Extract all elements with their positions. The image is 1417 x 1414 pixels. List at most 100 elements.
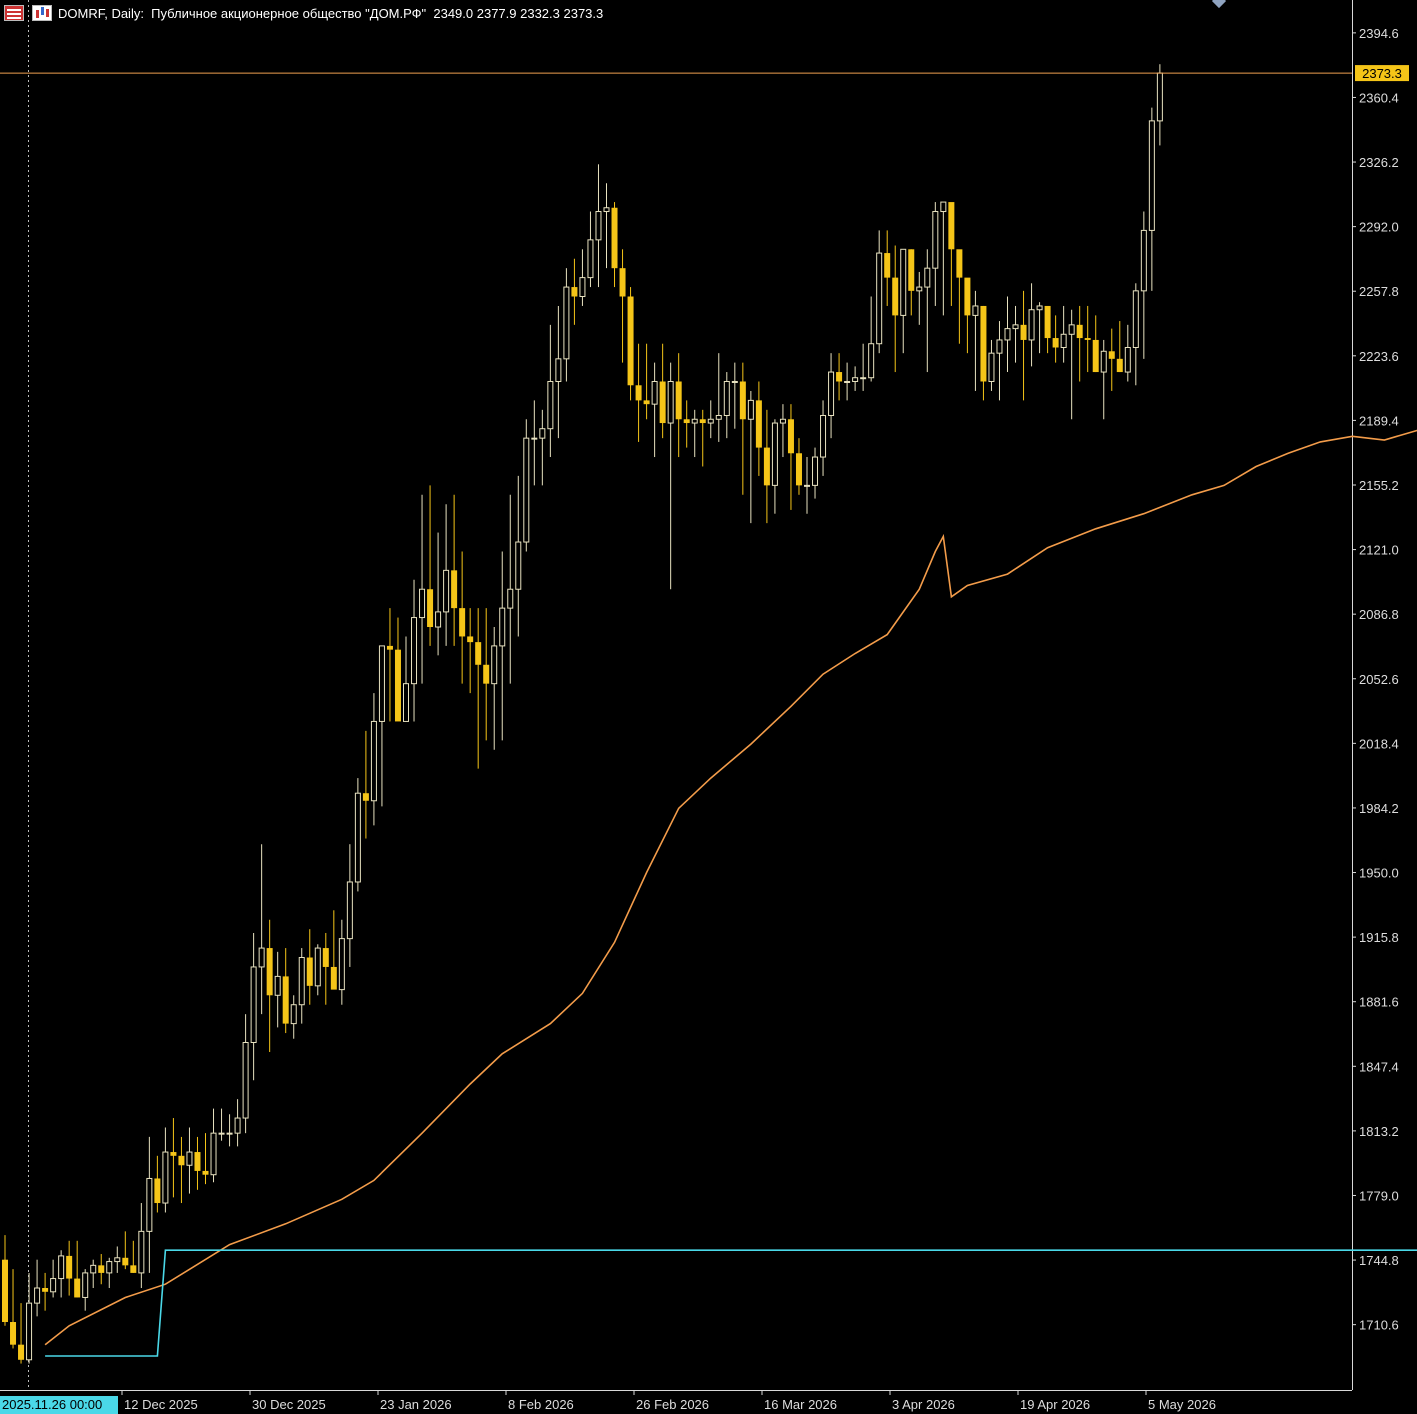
candle-body	[948, 202, 955, 250]
candle-body	[691, 418, 698, 424]
candle-body	[1076, 324, 1083, 339]
candle-body	[964, 277, 971, 316]
candle-body	[571, 287, 578, 297]
candle-body	[627, 296, 634, 386]
candle-body	[475, 642, 482, 665]
candle-body	[868, 343, 875, 379]
candle-body	[1148, 120, 1155, 231]
candle-body	[330, 966, 337, 990]
candle-body	[10, 1322, 17, 1345]
candle-body	[619, 268, 626, 297]
candle-body	[1124, 347, 1131, 373]
candle-body	[18, 1344, 25, 1360]
candle-body	[515, 541, 522, 590]
candle-body	[1028, 309, 1035, 341]
candle-body	[1116, 358, 1123, 373]
candle-body	[154, 1178, 161, 1204]
candle-body	[1156, 72, 1163, 122]
candle-body	[956, 249, 963, 278]
candle-body	[1052, 338, 1059, 348]
y-tick-label: 2121.0	[1359, 543, 1399, 558]
candle-body	[306, 957, 313, 986]
candle-body	[739, 381, 746, 420]
y-tick-label: 2360.4	[1359, 90, 1399, 105]
candle-body	[186, 1151, 193, 1166]
x-tick-label: 30 Dec 2025	[252, 1397, 326, 1412]
candle-body	[170, 1152, 177, 1156]
candle-body	[884, 253, 891, 278]
candle-body	[563, 286, 570, 360]
price-chart[interactable]: 2201.4 1750.0 2373.3 2394.62360.42326.22…	[0, 0, 1417, 1414]
candle-body	[635, 385, 642, 401]
x-tick-label: 8 Feb 2026	[508, 1397, 574, 1412]
candle-body	[298, 957, 305, 1006]
candle-body	[1044, 305, 1051, 339]
candle-body	[523, 437, 530, 543]
x-tick-label: 26 Feb 2026	[636, 1397, 709, 1412]
candle-body	[66, 1255, 73, 1279]
candle-body	[1092, 339, 1099, 373]
candle-body	[659, 381, 666, 424]
candle-body	[106, 1261, 113, 1274]
candle-body	[499, 607, 506, 647]
candle-body	[1012, 324, 1019, 330]
candle-body	[779, 418, 786, 424]
y-tick-label: 2086.8	[1359, 607, 1399, 622]
candle-body	[419, 588, 426, 619]
candle-body	[715, 414, 722, 420]
candle-body	[98, 1265, 105, 1273]
y-tick-label: 2018.4	[1359, 736, 1399, 751]
candle-body	[122, 1257, 129, 1266]
candle-body	[427, 589, 434, 628]
candle-body	[314, 947, 321, 987]
chart-type-icon[interactable]	[32, 5, 52, 21]
candle-body	[58, 1255, 65, 1280]
candle-body	[603, 207, 610, 213]
x-tick-label: 3 Apr 2026	[892, 1397, 955, 1412]
candle-body	[346, 881, 353, 940]
candle-body	[162, 1151, 169, 1204]
candle-body	[130, 1265, 137, 1273]
candle-body	[731, 380, 738, 383]
candle-body	[378, 645, 385, 722]
x-tick-label: 16 Mar 2026	[764, 1397, 837, 1412]
y-tick-label: 1847.4	[1359, 1059, 1399, 1074]
candle-body	[74, 1278, 81, 1298]
candle-body	[202, 1170, 209, 1175]
symbol-info: DOMRF, Daily: Публичное акционерное обще…	[58, 5, 604, 21]
candle-body	[876, 252, 883, 345]
candle-body	[290, 1004, 297, 1025]
candle-body	[218, 1132, 225, 1135]
data-window-icon[interactable]	[4, 5, 24, 21]
candle-body	[699, 419, 706, 424]
candle-body	[90, 1264, 97, 1274]
candle-body	[916, 286, 923, 292]
y-tick-label: 2223.6	[1359, 349, 1399, 364]
candle-body	[844, 380, 851, 383]
candle-body	[1060, 333, 1067, 348]
candle-body	[50, 1278, 57, 1293]
y-tick-label: 2292.0	[1359, 220, 1399, 235]
candle-body	[1132, 290, 1139, 348]
candle-body	[1108, 351, 1115, 359]
candle-body	[795, 453, 802, 486]
candle-body	[1036, 305, 1043, 311]
candle-body	[852, 377, 859, 382]
candle-body	[491, 645, 498, 685]
candle-body	[1084, 338, 1091, 340]
candle-body	[42, 1288, 49, 1292]
chart-background	[0, 0, 1417, 1414]
candle-body	[940, 201, 947, 213]
candle-body	[178, 1155, 185, 1166]
candle-body	[282, 976, 289, 1024]
candle-body	[1004, 328, 1011, 341]
candle-body	[26, 1302, 33, 1361]
candle-body	[210, 1132, 217, 1176]
candle-body	[707, 418, 714, 424]
y-tick-label: 1915.8	[1359, 930, 1399, 945]
candle-body	[611, 207, 618, 269]
y-tick-label: 2394.6	[1359, 26, 1399, 41]
candle-body	[1140, 229, 1147, 292]
candle-body	[787, 419, 794, 454]
x-tick-label: 23 Jan 2026	[380, 1397, 452, 1412]
